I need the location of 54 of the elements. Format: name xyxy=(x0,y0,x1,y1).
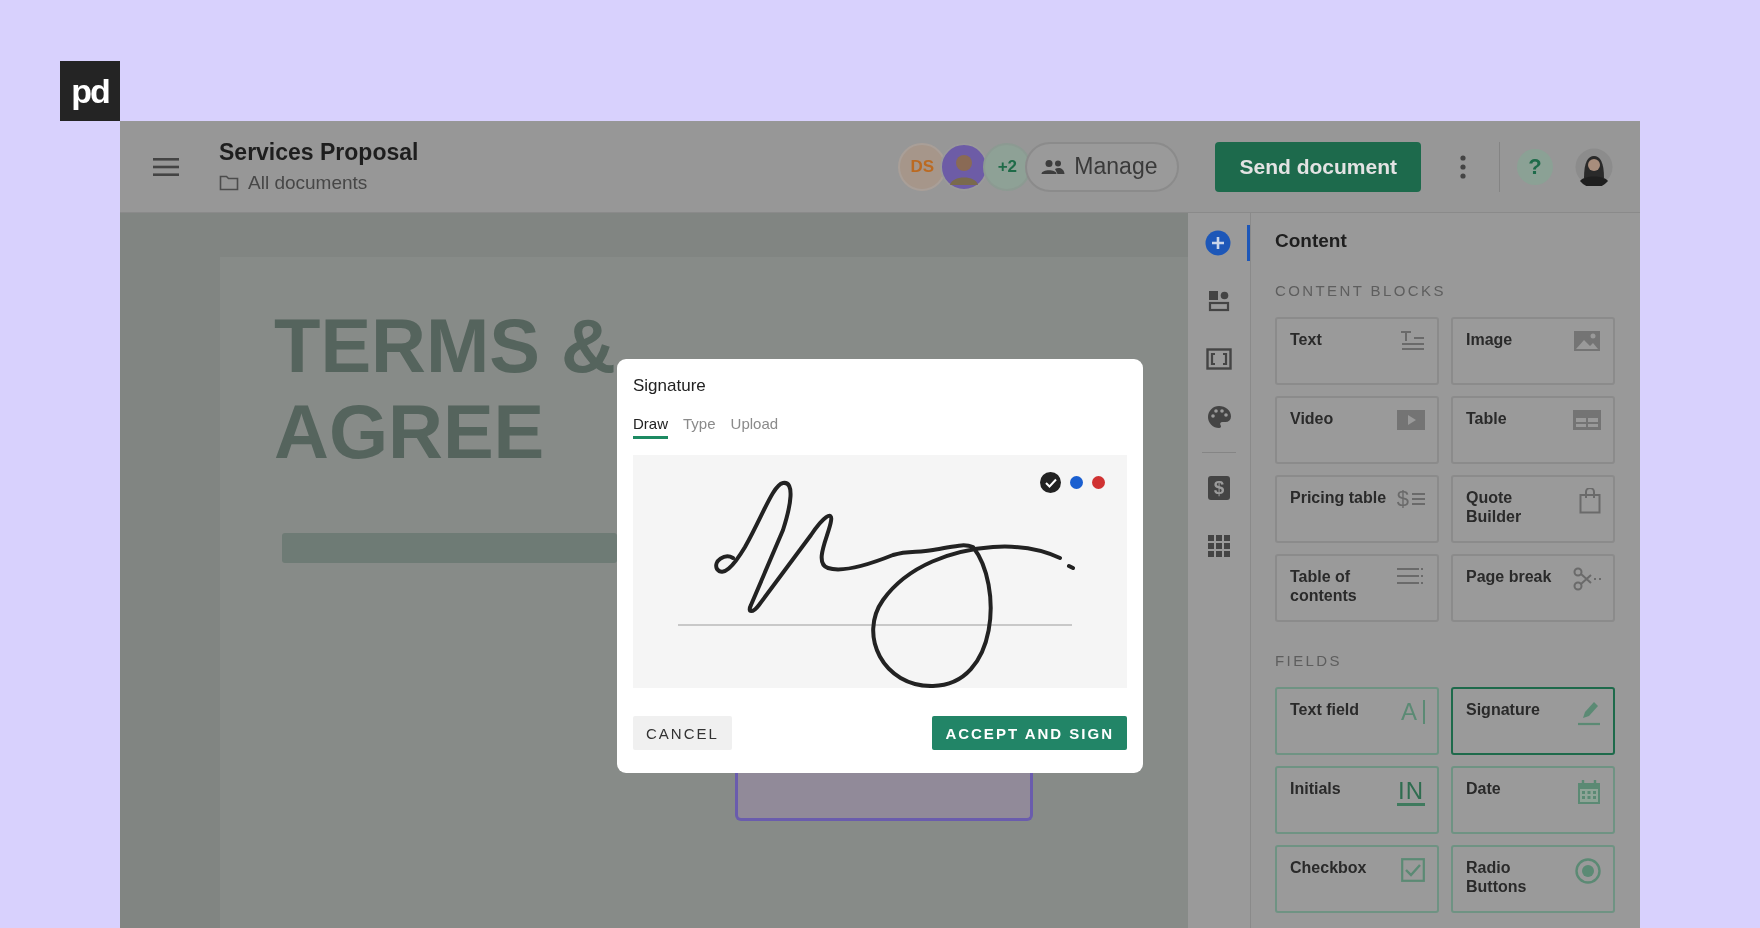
user-avatar[interactable] xyxy=(1575,147,1613,186)
breadcrumb-link[interactable]: All documents xyxy=(248,172,368,194)
field-card[interactable]: Initials IN xyxy=(1275,766,1439,834)
field-card[interactable]: Date xyxy=(1451,766,1615,834)
field-card[interactable]: Signature xyxy=(1451,687,1615,755)
document-title: Services Proposal xyxy=(219,139,419,166)
frame-icon xyxy=(1206,348,1232,370)
section-heading: CONTENT BLOCKS xyxy=(1275,282,1447,299)
ink-color-swatch[interactable] xyxy=(1040,472,1061,493)
pricing-tab[interactable]: $ xyxy=(1188,470,1250,506)
content-block-card[interactable]: Pricing table $ xyxy=(1275,475,1439,543)
dialog-title: Signature xyxy=(633,376,707,396)
field-card[interactable]: Checkbox xyxy=(1275,845,1439,913)
section-heading: FIELDS xyxy=(1275,652,1343,669)
image-icon xyxy=(1573,330,1601,352)
layout-icon xyxy=(1207,289,1231,313)
content-block-card[interactable]: Page break xyxy=(1451,554,1615,622)
logo: pd xyxy=(60,61,120,121)
signature-pad[interactable] xyxy=(633,455,1127,688)
text-format-icon xyxy=(1399,330,1425,352)
grid-icon xyxy=(1208,535,1230,557)
content-block-card[interactable]: Text xyxy=(1275,317,1439,385)
calendar-icon xyxy=(1577,779,1601,805)
ink-color-swatch[interactable] xyxy=(1092,476,1105,489)
ink-color-swatch[interactable] xyxy=(1070,476,1083,489)
cancel-button[interactable]: CANCEL xyxy=(633,716,732,750)
field-card[interactable]: Radio Buttons xyxy=(1451,845,1615,913)
checkbox-icon xyxy=(1401,858,1425,882)
content-block-card[interactable]: Video xyxy=(1275,396,1439,464)
signature-tab[interactable]: Draw xyxy=(633,415,668,439)
pen-icon xyxy=(1577,700,1601,726)
people-icon xyxy=(1041,158,1066,175)
table-icon xyxy=(1573,409,1601,431)
play-icon xyxy=(1397,409,1425,431)
scissors-icon xyxy=(1573,567,1601,591)
accept-and-sign-button[interactable]: ACCEPT AND SIGN xyxy=(932,716,1127,750)
radio-icon xyxy=(1575,858,1601,884)
panel-title: Content xyxy=(1275,230,1348,252)
content-block-card[interactable]: Quote Builder xyxy=(1451,475,1615,543)
list-icon xyxy=(1397,567,1425,585)
content-block-card[interactable]: Table xyxy=(1451,396,1615,464)
more-options-icon[interactable] xyxy=(1460,154,1466,179)
shopping-bag-icon xyxy=(1579,488,1601,514)
palette-icon xyxy=(1207,405,1231,429)
content-block-card[interactable]: Image xyxy=(1451,317,1615,385)
manage-button[interactable]: Manage xyxy=(1025,141,1180,192)
menu-icon[interactable] xyxy=(153,156,179,177)
plus-icon xyxy=(1204,230,1231,256)
send-document-button[interactable]: Send document xyxy=(1215,141,1421,192)
signature-tab[interactable]: Type xyxy=(683,415,716,439)
field-card[interactable]: Text field A xyxy=(1275,687,1439,755)
folder-icon xyxy=(219,175,239,191)
content-block-card[interactable]: Table of contents xyxy=(1275,554,1439,622)
signature-tab[interactable]: Upload xyxy=(730,415,779,439)
